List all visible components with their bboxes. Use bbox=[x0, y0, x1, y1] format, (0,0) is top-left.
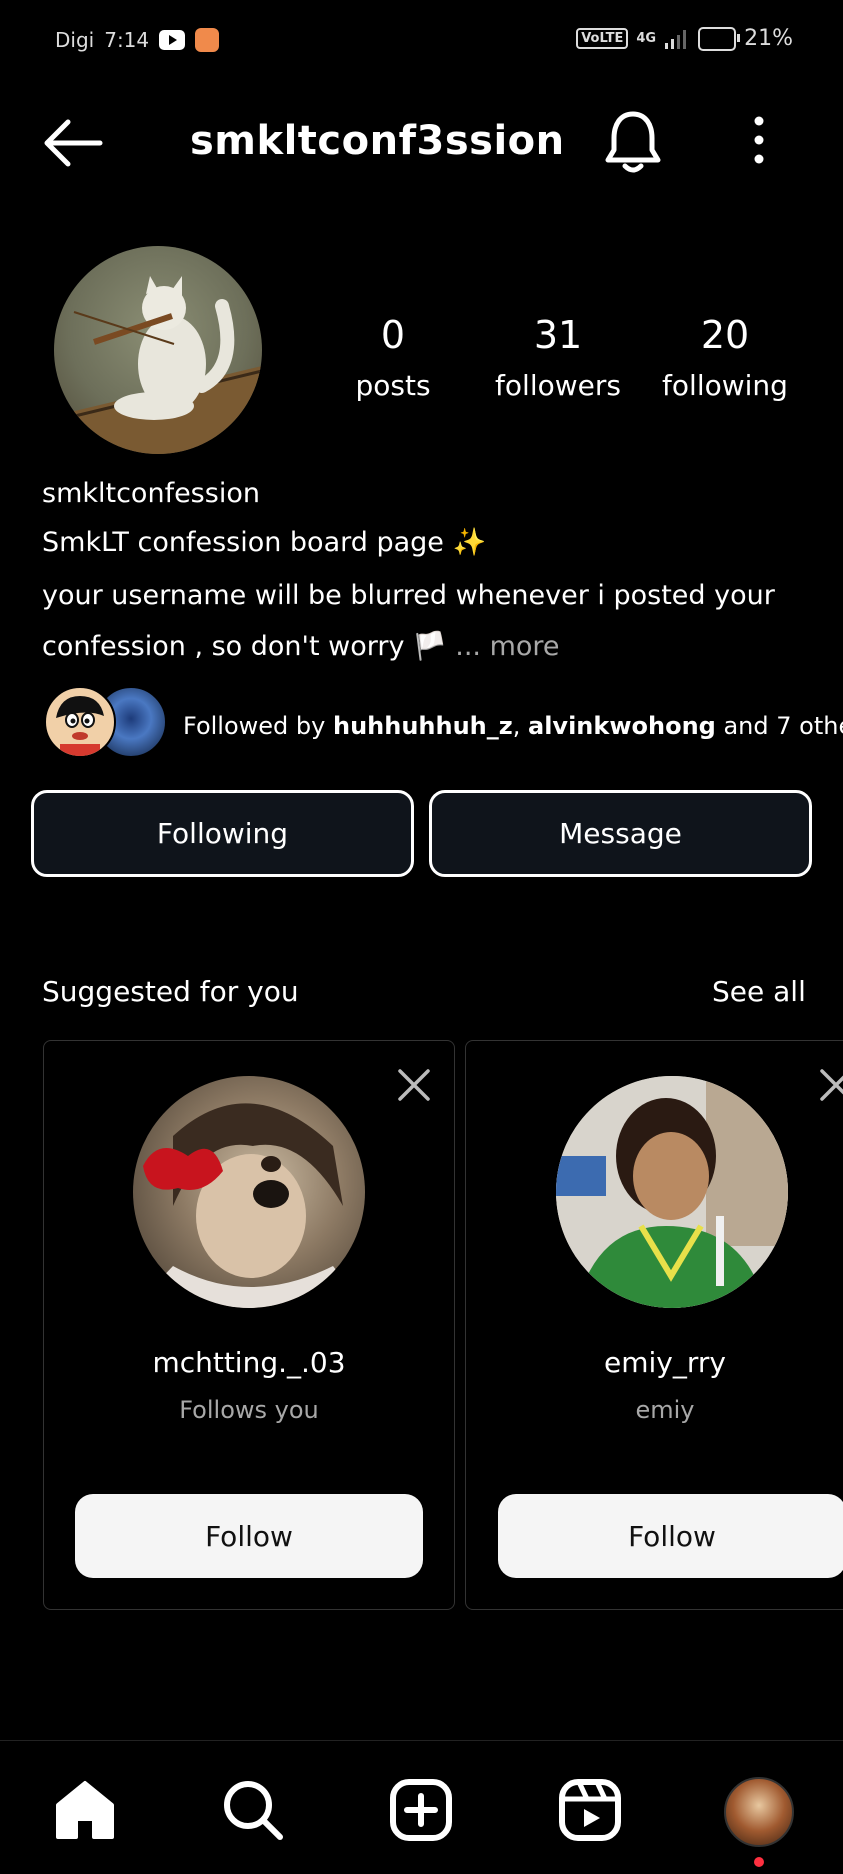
home-icon[interactable] bbox=[52, 1777, 118, 1843]
signal-icon bbox=[665, 29, 687, 49]
followed-by-user-1: huhhuhhuh_z bbox=[332, 712, 513, 740]
dog-filter-selfie-illustration bbox=[133, 1103, 365, 1308]
bio-line-3-text: confession , so don't worry 🏳️ bbox=[42, 631, 447, 662]
notification-dot bbox=[754, 1857, 764, 1867]
posts-label: posts bbox=[355, 369, 431, 402]
bell-icon[interactable] bbox=[603, 108, 663, 174]
followed-by-suffix: and 7 others bbox=[723, 712, 843, 740]
bottom-nav bbox=[0, 1740, 843, 1874]
cat-violin-illustration bbox=[54, 276, 262, 454]
followers-count: 31 bbox=[533, 313, 583, 357]
suggested-subtitle: emiy bbox=[635, 1396, 695, 1424]
follow-button[interactable]: Follow bbox=[75, 1494, 423, 1578]
more-options-icon[interactable] bbox=[745, 115, 773, 165]
carrier-label: Digi bbox=[55, 28, 95, 52]
reels-icon[interactable] bbox=[557, 1777, 623, 1843]
bio-line-2: your username will be blurred whenever i… bbox=[42, 580, 775, 611]
mutual-follower-avatar-1[interactable] bbox=[44, 686, 116, 758]
status-bar: Digi 7:14 VoLTE 4G 21% bbox=[0, 0, 843, 80]
bio-more-link[interactable]: ... more bbox=[455, 631, 559, 662]
suggested-user-avatar[interactable] bbox=[556, 1076, 788, 1308]
battery-icon bbox=[698, 26, 741, 51]
suggested-username: mchtting._.03 bbox=[152, 1346, 346, 1379]
posts-count: 0 bbox=[380, 313, 406, 357]
suggestion-card: mchtting._.03 Follows you Follow bbox=[43, 1040, 455, 1610]
bio-line-3: confession , so don't worry 🏳️ ... more bbox=[42, 633, 560, 660]
dismiss-close-icon[interactable] bbox=[396, 1067, 432, 1103]
profile-name: smkltconfession bbox=[42, 478, 260, 509]
battery-level: 21% bbox=[744, 26, 793, 51]
dismiss-close-icon[interactable] bbox=[818, 1067, 843, 1103]
suggestion-card: emiy_rry emiy Follow bbox=[465, 1040, 843, 1610]
following-label: following bbox=[662, 369, 788, 402]
cartoon-face-illustration bbox=[56, 696, 104, 756]
following-count: 20 bbox=[700, 313, 750, 357]
followed-by-user-2: alvinkwohong bbox=[528, 712, 716, 740]
suggested-user-avatar[interactable] bbox=[133, 1076, 365, 1308]
back-arrow-icon[interactable] bbox=[42, 118, 104, 168]
search-icon[interactable] bbox=[220, 1777, 286, 1843]
following-button[interactable]: Following bbox=[31, 790, 414, 877]
see-all-link[interactable]: See all bbox=[712, 975, 806, 1008]
status-right: VoLTE 4G 21% bbox=[576, 26, 793, 51]
clock: 7:14 bbox=[104, 28, 150, 52]
followers-label: followers bbox=[495, 369, 621, 402]
stat-posts[interactable]: 0 posts bbox=[318, 313, 468, 402]
child-photo-illustration bbox=[556, 1076, 788, 1308]
stat-followers[interactable]: 31 followers bbox=[483, 313, 633, 402]
status-left: Digi 7:14 bbox=[55, 28, 220, 52]
profile-avatar[interactable] bbox=[54, 246, 262, 454]
youtube-notification-icon bbox=[159, 30, 186, 50]
page-title: smkltconf3ssion bbox=[190, 118, 565, 164]
message-button[interactable]: Message bbox=[429, 790, 812, 877]
network-type: 4G bbox=[636, 31, 657, 46]
profile-avatar-icon[interactable] bbox=[724, 1777, 794, 1847]
followed-by-separator: , bbox=[512, 712, 528, 740]
app-notification-icon bbox=[195, 28, 220, 52]
create-post-icon[interactable] bbox=[388, 1777, 454, 1843]
stat-following[interactable]: 20 following bbox=[650, 313, 800, 402]
volte-badge: VoLTE bbox=[576, 28, 629, 49]
suggested-subtitle: Follows you bbox=[179, 1396, 319, 1424]
suggested-username: emiy_rry bbox=[604, 1346, 726, 1379]
followed-by-prefix: Followed by bbox=[183, 712, 333, 740]
follow-button[interactable]: Follow bbox=[498, 1494, 843, 1578]
suggested-heading: Suggested for you bbox=[42, 975, 299, 1008]
bio-line-1: SmkLT confession board page ✨ bbox=[42, 527, 487, 558]
followed-by-text[interactable]: Followed by huhhuhhuh_z, alvinkwohong an… bbox=[183, 712, 843, 740]
